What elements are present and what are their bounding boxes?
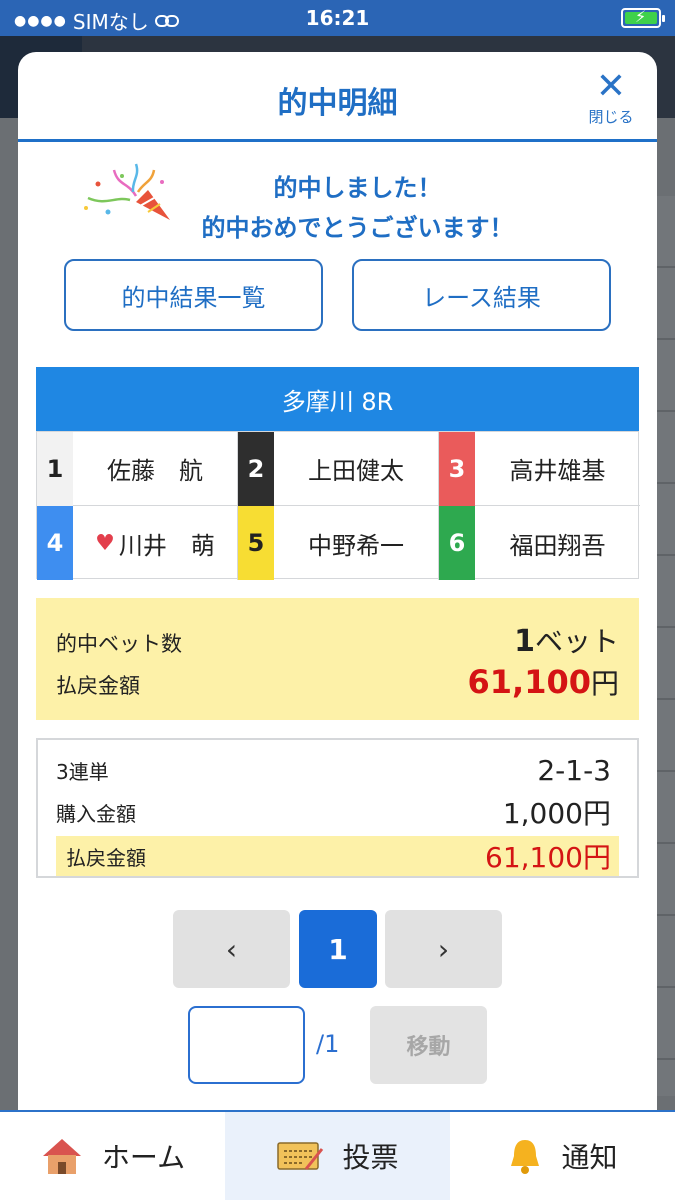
favorite-heart-icon: ♥ [95,530,115,556]
purchase-amount: 1,000円 [502,797,611,830]
racer-1: 1 佐藤 航 [37,431,238,506]
clock: 16:21 [305,6,370,30]
racer-number: 2 [238,431,274,506]
racer-grid: 1 佐藤 航 2 上田健太 3 高井雄基 4 ♥ 川井 萌 5 中野希一 6 福… [36,431,640,580]
congrats-line-2: 的中おめでとうございます！ [201,214,514,242]
ticket-icon [277,1142,324,1170]
page-number-input[interactable] [188,1006,305,1084]
racer-number: 4 [37,506,73,580]
modal-title: 的中明細 [277,86,398,121]
race-result-button[interactable]: レース結果 [352,259,611,331]
tab-home[interactable]: ホーム [0,1112,225,1200]
battery-icon: ⚡ [621,7,665,28]
next-page-button[interactable]: › [385,910,502,988]
tab-notify-label: 通知 [561,1141,618,1174]
congrats-line-1: 的中しました！ [273,174,442,202]
hit-list-button[interactable]: 的中結果一覧 [64,259,323,331]
bet-combination: 2-1-3 [537,753,611,787]
current-page-button[interactable]: 1 [299,910,377,988]
bet-detail: 3連単 2-1-3 購入金額 1,000円 払戻金額 61,100円 [36,738,639,878]
bet-count-value: 1 [514,624,535,659]
tab-home-label: ホーム [101,1141,186,1174]
prev-page-button[interactable]: ‹ [173,910,290,988]
racer-name: 中野希一 [308,531,404,560]
action-buttons: 的中結果一覧 レース結果 [64,259,612,331]
racer-name-with-favorite: ♥ 川井 萌 [73,526,237,561]
close-label: 閉じる [588,108,634,126]
bet-count-row: 的中ベット数 1ベット [56,620,619,660]
payout-amount: 61,100 [467,663,591,701]
tab-vote[interactable]: 投票 [225,1112,450,1200]
jump-button[interactable]: 移動 [370,1006,487,1084]
bet-type: 3連単 [56,759,109,784]
congrats-message: 的中しました！ 的中おめでとうございます！ [18,168,657,248]
bet-type-row: 3連単 2-1-3 [56,750,611,790]
detail-payout-row: 払戻金額 61,100円 [56,836,619,876]
racer-2: 2 上田健太 [238,431,439,506]
racer-5: 5 中野希一 [238,506,439,580]
bet-count-unit: ベット [534,625,619,658]
close-icon: ✕ [595,66,627,107]
racer-name: 福田翔吾 [509,531,606,560]
racer-number: 3 [439,431,475,506]
racer-number: 5 [238,506,274,580]
status-bar: ●●●● SIMなし 16:21 ⚡ [0,0,675,36]
racer-name: 佐藤 航 [107,457,203,485]
close-button[interactable]: ✕ 閉じる [583,68,639,128]
detail-payout-label: 払戻金額 [66,845,146,870]
purchase-label: 購入金額 [56,801,136,826]
bell-icon [511,1140,540,1174]
payout-unit: 円 [590,667,619,700]
racer-4: 4 ♥ 川井 萌 [37,506,238,580]
congrats-section: 的中しました！ 的中おめでとうございます！ [18,142,657,252]
racer-number: 6 [439,506,475,580]
payout-row: 払戻金額 61,100円 [56,662,619,702]
hit-summary: 的中ベット数 1ベット 払戻金額 61,100円 [36,598,639,720]
racer-6: 6 福田翔吾 [439,506,640,580]
bet-count-label: 的中ベット数 [56,632,182,656]
payout-label: 払戻金額 [56,674,140,698]
tab-notify[interactable]: 通知 [450,1112,675,1200]
bet-count: 1ベット [514,620,619,660]
racer-number: 1 [37,431,73,506]
race-name-bar: 多摩川 8R [36,367,639,431]
page-total: /1 [316,1030,340,1058]
payout-total: 61,100円 [468,662,620,702]
racer-name: 上田健太 [308,457,404,485]
hit-detail-modal: 的中明細 ✕ 閉じる 的中しました！ 的中おめでとうございます！ 的中結果一覧 [18,52,657,1122]
detail-payout-amount: 61,100円 [485,841,611,874]
tab-vote-label: 投票 [342,1141,399,1174]
racer-name: 川井 萌 [118,531,215,560]
purchase-row: 購入金額 1,000円 [56,792,611,832]
background-list [656,196,675,1096]
home-icon [42,1139,81,1174]
modal-header: 的中明細 ✕ 閉じる [18,52,657,142]
racer-name: 高井雄基 [509,457,606,485]
bottom-tab-bar: ホーム 投票 通知 [0,1110,675,1200]
racer-3: 3 高井雄基 [439,431,640,506]
